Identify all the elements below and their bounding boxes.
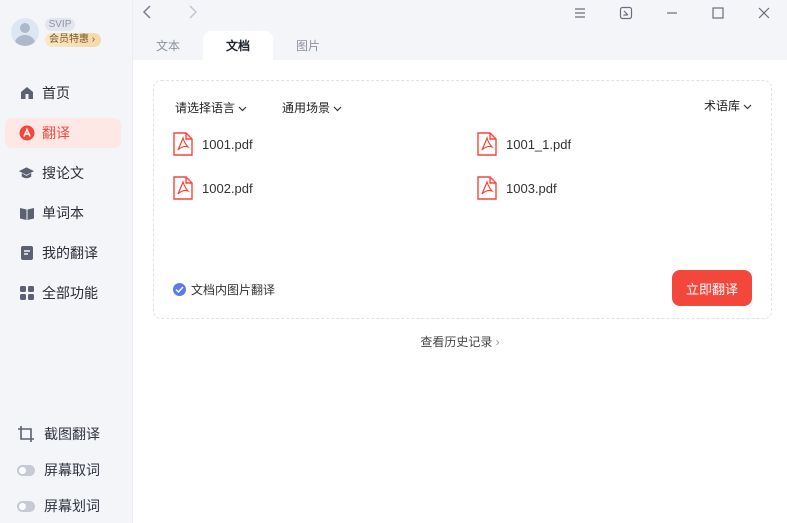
sidebar-item-all-features[interactable]: 全部功能 xyxy=(5,278,121,308)
close-icon[interactable] xyxy=(741,2,787,24)
sidebar-item-my-translations[interactable]: 我的翻译 xyxy=(5,238,121,268)
minimize-icon[interactable] xyxy=(649,2,695,24)
top-bar: 文本 文档 图片 xyxy=(133,0,787,60)
tab-text[interactable]: 文本 xyxy=(133,31,203,60)
file-name: 1002.pdf xyxy=(202,180,253,196)
crop-icon xyxy=(16,424,36,444)
vip-perk-label: 会员特惠 xyxy=(49,33,89,45)
translate-now-button[interactable]: 立即翻译 xyxy=(672,270,752,306)
glossary-select-label: 术语库 xyxy=(703,99,740,113)
file-item[interactable]: 1001.pdf xyxy=(173,132,477,156)
tool-screen-selection[interactable]: 屏幕划词 xyxy=(16,488,100,523)
user-info[interactable]: SVIP 会员特惠 › xyxy=(11,15,102,49)
sidebar-item-home[interactable]: 首页 xyxy=(5,78,121,108)
home-icon xyxy=(18,85,35,102)
pdf-icon xyxy=(173,132,193,156)
language-select[interactable]: 请选择语言 xyxy=(175,99,247,116)
mini-mode-icon[interactable] xyxy=(603,2,649,24)
image-translate-label: 文档内图片翻译 xyxy=(191,283,276,297)
scene-select-label: 通用场景 xyxy=(282,101,331,115)
tool-label: 截图翻译 xyxy=(44,426,100,442)
sidebar-item-translate[interactable]: 翻译 xyxy=(5,118,121,148)
sidebar-item-label: 我的翻译 xyxy=(42,245,98,261)
pdf-icon xyxy=(477,132,497,156)
sidebar-tools: 截图翻译 屏幕取词 屏幕划词 xyxy=(16,416,100,523)
mode-tabs: 文本 文档 图片 xyxy=(133,31,343,60)
toggle-icon[interactable] xyxy=(16,460,36,480)
chevron-down-icon xyxy=(743,99,752,113)
glossary-select[interactable]: 术语库 xyxy=(704,97,752,114)
sidebar-item-label: 翻译 xyxy=(42,125,70,141)
svip-badge: SVIP xyxy=(45,17,75,31)
chevron-right-icon: › xyxy=(495,335,500,349)
sidebar-item-label: 搜论文 xyxy=(42,165,84,181)
tool-screen-word-pick[interactable]: 屏幕取词 xyxy=(16,452,100,488)
grid-icon xyxy=(18,285,35,302)
back-icon[interactable] xyxy=(139,4,155,20)
menu-icon[interactable] xyxy=(557,2,603,24)
translate-icon xyxy=(18,125,35,142)
document-drop-panel[interactable]: 请选择语言 通用场景 术语库 1001.pdf 1001_1.pdf 1002.… xyxy=(153,80,772,319)
file-list: 1001.pdf 1001_1.pdf 1002.pdf 1003.pdf xyxy=(173,132,763,200)
tool-label: 屏幕划词 xyxy=(44,498,100,514)
file-item[interactable]: 1003.pdf xyxy=(477,176,763,200)
sidebar-item-label: 全部功能 xyxy=(42,285,98,301)
maximize-icon[interactable] xyxy=(695,2,741,24)
vip-perk-button[interactable]: 会员特惠 › xyxy=(45,32,102,47)
tab-document[interactable]: 文档 xyxy=(203,31,273,60)
sidebar: SVIP 会员特惠 › 首页 翻译 搜论文 单词本 我的翻译 全部功能 截图翻译… xyxy=(0,0,133,523)
language-select-label: 请选择语言 xyxy=(175,101,236,115)
document-icon xyxy=(18,245,35,262)
file-item[interactable]: 1001_1.pdf xyxy=(477,132,763,156)
history-link[interactable]: 查看历史记录 › xyxy=(133,333,787,350)
file-name: 1003.pdf xyxy=(506,180,557,196)
sidebar-nav: 首页 翻译 搜论文 单词本 我的翻译 全部功能 xyxy=(5,78,121,318)
sidebar-item-wordbook[interactable]: 单词本 xyxy=(5,198,121,228)
tool-screenshot-translate[interactable]: 截图翻译 xyxy=(16,416,100,452)
tool-label: 屏幕取词 xyxy=(44,462,100,478)
chevron-right-icon: › xyxy=(91,33,96,45)
sidebar-item-search-paper[interactable]: 搜论文 xyxy=(5,158,121,188)
pdf-icon xyxy=(477,176,497,200)
file-name: 1001_1.pdf xyxy=(506,136,572,152)
image-translate-option[interactable]: 文档内图片翻译 xyxy=(173,281,275,298)
check-icon[interactable] xyxy=(173,283,186,296)
history-link-label: 查看历史记录 xyxy=(420,335,493,349)
forward-icon[interactable] xyxy=(185,4,201,20)
scene-select[interactable]: 通用场景 xyxy=(282,99,342,116)
pdf-icon xyxy=(173,176,193,200)
book-icon xyxy=(18,205,35,222)
chevron-down-icon xyxy=(238,101,247,115)
sidebar-item-label: 首页 xyxy=(42,85,70,101)
file-name: 1001.pdf xyxy=(202,136,253,152)
avatar[interactable] xyxy=(11,18,39,46)
main-content: 请选择语言 通用场景 术语库 1001.pdf 1001_1.pdf 1002.… xyxy=(133,60,787,523)
file-item[interactable]: 1002.pdf xyxy=(173,176,477,200)
tab-image[interactable]: 图片 xyxy=(273,31,343,60)
graduation-cap-icon xyxy=(18,165,35,182)
sidebar-item-label: 单词本 xyxy=(42,205,84,221)
chevron-down-icon xyxy=(333,101,342,115)
toggle-icon[interactable] xyxy=(16,496,36,516)
